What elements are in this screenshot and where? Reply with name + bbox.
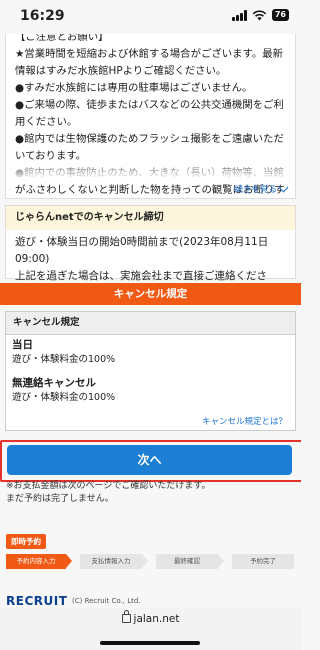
cancel-policy-section-title: キャンセル規定	[0, 283, 301, 305]
browser-address-bar[interactable]: jalan.net	[0, 608, 301, 650]
battery-icon: 76	[271, 9, 289, 21]
notice-line: 【ご注意とお願い】	[15, 34, 109, 43]
step-2: 支払情報入力	[80, 554, 142, 569]
step-4: 予約完了	[232, 554, 294, 569]
policy-item-title: 当日	[12, 339, 33, 351]
url-text: jalan.net	[133, 613, 180, 625]
url-display[interactable]: jalan.net	[0, 610, 301, 625]
policy-item-title: 無連絡キャンセル	[12, 377, 96, 389]
step-3: 最終確認	[156, 554, 218, 569]
step-arrow	[142, 554, 148, 568]
cancel-deadline-title: じゃらんnetでのキャンセル締切	[6, 206, 295, 230]
cancel-deadline-box: じゃらんnetでのキャンセル締切 遊び・体験当日の開始0時間前まで(2023年0…	[5, 205, 296, 299]
cancel-policy-help-link[interactable]: キャンセル規定とは？	[202, 415, 287, 427]
policy-item-desc: 遊び・体験料金の100%	[12, 392, 116, 403]
chevron-down-icon	[278, 182, 289, 192]
payment-note: ※お支払金額は次のページでご確認いただけます。 まだ予約は完了しません。	[6, 480, 210, 506]
notice-box: 【ご注意とお願い】 ★営業時間を短縮および休館する場合がございます。最新情報はす…	[5, 34, 296, 199]
read-more-link[interactable]: 続きを見る	[234, 182, 289, 195]
policy-item-desc: 遊び・体験料金の100%	[12, 354, 116, 365]
cancel-deadline-line: 遊び・体験当日の開始0時間前まで(2023年08月11日 09:00)	[15, 236, 269, 265]
next-button[interactable]: 次へ	[7, 445, 292, 475]
status-bar: 16:29 76	[0, 0, 301, 34]
payment-note-line: まだ予約は完了しません。	[6, 494, 114, 504]
payment-note-line: ※お支払金額は次のページでご確認いただけます。	[6, 481, 211, 491]
booking-steps: 予約内容入力 支払情報入力 最終確認 予約完了	[6, 554, 296, 569]
clock: 16:29	[20, 8, 65, 24]
lock-icon	[121, 610, 131, 623]
recruit-logo: RECRUIT	[6, 594, 68, 608]
step-1: 予約内容入力	[6, 554, 66, 569]
cancel-policy-header: キャンセル規定	[6, 312, 295, 335]
home-indicator	[100, 641, 200, 645]
wifi-icon	[252, 9, 267, 20]
read-more-label: 続きを見る	[234, 185, 277, 195]
signal-icon	[231, 9, 247, 21]
cancel-policy-box: キャンセル規定 当日 遊び・体験料金の100% 無連絡キャンセル 遊び・体験料金…	[5, 311, 296, 431]
copyright: (C) Recruit Co., Ltd.	[72, 597, 141, 605]
notice-line: ●すみだ水族館には専用の駐車場はございません。	[15, 82, 253, 94]
cancel-policy-list: 当日 遊び・体験料金の100% 無連絡キャンセル 遊び・体験料金の100%	[6, 335, 295, 405]
step-arrow	[218, 554, 224, 568]
text-fade	[6, 158, 295, 180]
instant-booking-badge: 即時予約	[6, 534, 46, 549]
next-button-highlight: 次へ	[0, 440, 301, 482]
step-arrow	[66, 554, 72, 568]
notice-line: ●ご来場の際、徒歩またはバスなどの公共交通機関をご利用ください。	[15, 99, 284, 128]
status-icons: 76	[231, 9, 289, 21]
notice-line: ★営業時間を短縮および休館する場合がございます。最新情報はすみだ水族館HPよりご…	[15, 48, 284, 77]
page-content: 【ご注意とお願い】 ★営業時間を短縮および休館する場合がございます。最新情報はす…	[0, 34, 301, 614]
